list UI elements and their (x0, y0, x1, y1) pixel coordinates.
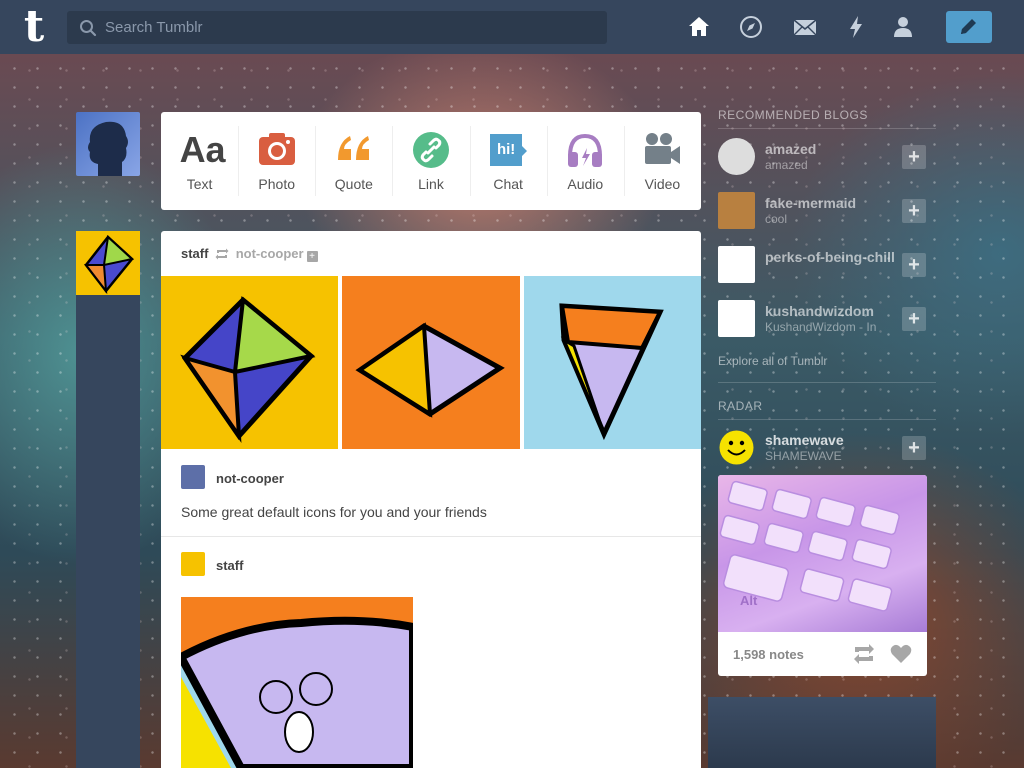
post-photo-closeup[interactable] (181, 597, 413, 768)
inbox-icon[interactable] (792, 14, 818, 40)
sidebar-footer (708, 697, 936, 768)
tumblr-logo[interactable]: t (14, 5, 54, 49)
silhouette-icon (88, 121, 128, 176)
recommended-heading: RECOMMENDED BLOGS (718, 108, 936, 129)
reblog-source-link[interactable]: not-cooper (236, 246, 304, 261)
staff-avatar[interactable] (76, 231, 140, 295)
pencil-icon (961, 19, 976, 34)
reblog-icon (215, 248, 229, 260)
photoset[interactable] (161, 276, 701, 449)
blog-name: fake-mermaid (765, 195, 857, 211)
explore-icon[interactable] (738, 14, 764, 40)
photo-orange-kite[interactable] (342, 276, 520, 449)
follow-button[interactable]: + (902, 199, 926, 223)
post-type-bar: Aa Text Photo Quote Link hi! Chat Audio … (161, 112, 701, 210)
blog-avatar (718, 192, 755, 229)
search-icon (80, 20, 97, 37)
like-heart-icon[interactable] (890, 643, 912, 665)
post-type-audio[interactable]: Audio (546, 112, 624, 210)
recommended-blog[interactable]: kushandwizdom KushandWizdom - In + (718, 300, 936, 344)
headphones-icon (568, 133, 603, 167)
search-box[interactable] (67, 11, 607, 44)
notes-count[interactable]: 1,598 notes (733, 647, 804, 662)
not-cooper-avatar[interactable] (181, 465, 205, 489)
blog-title: KushandWizdom - In (765, 320, 877, 334)
post-type-label: Quote (334, 176, 373, 192)
keyboard-image (719, 480, 900, 612)
radar-post-card: Alt 1,598 notes (718, 475, 927, 676)
recommended-blog[interactable]: fake-mermaid cool + (718, 192, 936, 236)
post-type-photo[interactable]: Photo (238, 112, 315, 210)
radar-keyboard-photo[interactable]: Alt (718, 475, 927, 632)
text-icon: Aa (179, 129, 226, 170)
staff-mini-avatar[interactable] (181, 552, 205, 576)
kite-icon (83, 234, 135, 295)
post-type-label: Link (418, 176, 444, 192)
post-type-quote[interactable]: Quote (315, 112, 392, 210)
blog-title: cool (765, 212, 788, 226)
reblog-icon[interactable] (853, 643, 875, 665)
search-input[interactable] (105, 11, 595, 44)
photo-yellow-kite[interactable] (161, 276, 338, 449)
recommended-blog[interactable]: perks-of-being-chill + (718, 246, 936, 290)
post-body-text: Some great default icons for you and you… (181, 504, 487, 520)
blog-name: shamewave (765, 432, 844, 448)
post-type-link[interactable]: Link (392, 112, 469, 210)
blog-name: kushandwizdom (765, 303, 874, 319)
post-type-label: Text (186, 176, 213, 192)
post-header: staff not-cooper + (181, 246, 318, 262)
camera-icon (258, 133, 295, 165)
blog-title: amazed (765, 158, 808, 172)
explore-link[interactable]: Explore all of Tumblr (718, 354, 936, 383)
post-author-column (76, 231, 140, 768)
post-type-label: Audio (567, 176, 604, 192)
follow-button[interactable]: + (902, 253, 926, 277)
reblog-user-link[interactable]: not-cooper (216, 471, 284, 486)
radar-blog[interactable]: shamewave SHAMEWAVE + (718, 429, 936, 473)
post-type-label: Chat (493, 176, 523, 192)
blog-avatar (718, 138, 755, 175)
smiley-avatar (719, 430, 754, 465)
feed-post: staff not-cooper + not-cooper Some great… (161, 231, 701, 768)
follow-button[interactable]: + (902, 145, 926, 169)
follow-plus-icon[interactable]: + (306, 251, 318, 262)
top-navbar: t (0, 0, 1024, 54)
blog-avatar (718, 246, 755, 283)
compose-button[interactable] (946, 11, 992, 43)
activity-icon[interactable] (843, 14, 869, 40)
blog-title: SHAMEWAVE (765, 449, 842, 463)
keyboard-key-label: Alt (740, 593, 758, 608)
post-author-link[interactable]: staff (181, 246, 208, 261)
radar-heading: RADAR (718, 399, 936, 420)
account-icon[interactable] (890, 14, 916, 40)
post-type-label: Photo (258, 176, 295, 192)
link-icon (412, 132, 449, 168)
post-type-chat[interactable]: hi! Chat (469, 112, 547, 210)
blog-avatar (718, 300, 755, 337)
follow-button[interactable]: + (902, 307, 926, 331)
quote-icon (337, 136, 369, 160)
chat-glyph: hi! (496, 141, 516, 158)
post-type-label: Video (644, 176, 681, 192)
video-camera-icon (645, 133, 681, 164)
home-icon[interactable] (686, 14, 712, 40)
post-type-video[interactable]: Video (623, 112, 701, 210)
user-avatar[interactable] (76, 112, 140, 176)
blog-name: amazed (765, 141, 817, 157)
blog-name: perks-of-being-chill (765, 249, 895, 265)
follow-button[interactable]: + (902, 436, 926, 460)
recommended-blog[interactable]: amazed amazed + (718, 138, 936, 182)
photo-blue-kite[interactable] (524, 276, 701, 449)
second-user-link[interactable]: staff (216, 558, 243, 573)
post-type-text[interactable]: Aa Text (161, 112, 238, 210)
reblog-trail-entry: not-cooper (161, 459, 701, 537)
